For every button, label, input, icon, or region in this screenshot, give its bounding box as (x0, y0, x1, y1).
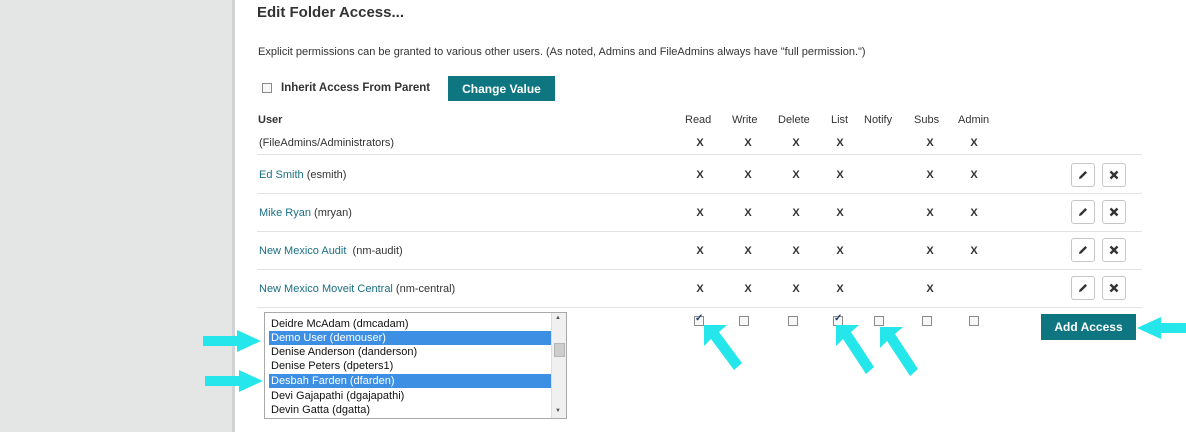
column-header-write: Write (732, 114, 758, 126)
perm-list: X (836, 283, 844, 295)
delete-button[interactable] (1102, 163, 1126, 187)
left-sidebar (0, 0, 232, 432)
annotation-arrow-icon (880, 327, 918, 376)
column-header-read: Read (685, 114, 712, 126)
close-icon (1109, 207, 1119, 217)
table-row: Ed Smith (esmith) X X X X X X (257, 155, 1142, 194)
perm-subs: X (926, 207, 934, 219)
annotation-arrow-icon (205, 370, 263, 392)
close-icon (1109, 245, 1119, 255)
user-option[interactable]: Denise Peters (dpeters1) (269, 359, 552, 373)
table-row: New Mexico Moveit Central (nm-central) X… (257, 270, 1142, 308)
perm-delete: X (792, 207, 800, 219)
perm-write: X (744, 169, 752, 181)
user-option[interactable]: Denise Anderson (danderson) (269, 345, 552, 359)
edit-button[interactable] (1071, 238, 1095, 262)
column-header-list: List (831, 114, 849, 126)
user-option[interactable]: Devi Gajapathi (dgajapathi) (269, 389, 552, 403)
user-name: Mike Ryan (mryan) (259, 207, 352, 219)
column-header-admin: Admin (958, 114, 990, 126)
column-header-delete: Delete (778, 114, 810, 126)
new-perm-admin-checkbox[interactable] (969, 316, 979, 326)
column-header-subs: Subs (914, 114, 940, 126)
perm-admin: X (970, 245, 978, 257)
column-header-user: User (258, 114, 283, 126)
perm-admin: X (970, 169, 978, 181)
pencil-icon (1079, 246, 1087, 254)
pencil-icon (1079, 208, 1087, 216)
user-name: Ed Smith (esmith) (259, 169, 347, 181)
user-option[interactable]: Deidre McAdam (dmcadam) (269, 317, 552, 331)
scrollbar-thumb[interactable] (554, 343, 565, 357)
perm-delete: X (792, 137, 800, 149)
scroll-up-icon[interactable]: ▲ (555, 315, 561, 321)
page-description: Explicit permissions can be granted to v… (258, 46, 866, 58)
delete-button[interactable] (1102, 238, 1126, 262)
annotation-arrow-icon (704, 325, 742, 370)
perm-subs: X (926, 137, 934, 149)
perm-read: X (696, 169, 704, 181)
page-title: Edit Folder Access... (257, 4, 404, 21)
annotation-arrow-icon (836, 325, 874, 374)
edit-button[interactable] (1071, 276, 1095, 300)
perm-delete: X (792, 283, 800, 295)
perm-admin: X (970, 207, 978, 219)
change-value-button[interactable]: Change Value (448, 76, 555, 101)
user-option[interactable]: Desbah Farden (dfarden) (269, 374, 552, 388)
user-link[interactable]: Ed Smith (259, 169, 304, 181)
perm-delete: X (792, 245, 800, 257)
perm-write: X (744, 137, 752, 149)
user-name: (FileAdmins/Administrators) (259, 137, 395, 149)
listbox-scrollbar[interactable]: ▲ ▼ (551, 313, 566, 418)
perm-write: X (744, 207, 752, 219)
sidebar-divider (232, 0, 235, 432)
new-perm-delete-checkbox[interactable] (788, 316, 798, 326)
pencil-icon (1079, 171, 1087, 179)
new-perm-notify-checkbox[interactable] (874, 316, 884, 326)
user-select-listbox[interactable]: Deidre McAdam (dmcadam) Demo User (demou… (264, 312, 567, 419)
column-header-notify: Notify (864, 114, 893, 126)
perm-list: X (836, 245, 844, 257)
user-name: New Mexico Moveit Central (nm-central) (259, 283, 456, 295)
inherit-access-label: Inherit Access From Parent (281, 82, 431, 94)
user-option[interactable]: Demo User (demouser) (269, 331, 552, 345)
perm-list: X (836, 137, 844, 149)
perm-read: X (696, 283, 704, 295)
perm-list: X (836, 169, 844, 181)
perm-subs: X (926, 245, 934, 257)
perm-write: X (744, 283, 752, 295)
perm-subs: X (926, 283, 934, 295)
perm-read: X (696, 207, 704, 219)
scroll-down-icon[interactable]: ▼ (555, 408, 561, 414)
user-option[interactable]: Devin Gatta (dgatta) (269, 403, 552, 417)
table-row: (FileAdmins/Administrators) X X X X X X (257, 131, 1142, 155)
delete-button[interactable] (1102, 276, 1126, 300)
inherit-access-checkbox[interactable] (262, 83, 272, 93)
close-icon (1109, 170, 1119, 180)
annotation-arrow-icon (203, 330, 261, 352)
add-access-button[interactable]: Add Access (1041, 314, 1136, 340)
perm-read: X (696, 137, 704, 149)
new-perm-subs-checkbox[interactable] (922, 316, 932, 326)
pencil-icon (1079, 284, 1087, 292)
close-icon (1109, 283, 1119, 293)
edit-button[interactable] (1071, 200, 1095, 224)
user-link[interactable]: Mike Ryan (259, 207, 311, 219)
table-row: New Mexico Audit (nm-audit) X X X X X X (257, 232, 1142, 270)
perm-write: X (744, 245, 752, 257)
edit-button[interactable] (1071, 163, 1095, 187)
perm-subs: X (926, 169, 934, 181)
perm-delete: X (792, 169, 800, 181)
perm-admin: X (970, 137, 978, 149)
user-name: New Mexico Audit (nm-audit) (259, 245, 403, 257)
annotation-arrow-icon (1137, 317, 1186, 339)
table-row: Mike Ryan (mryan) X X X X X X (257, 194, 1142, 232)
user-link[interactable]: New Mexico Moveit Central (259, 283, 393, 295)
user-link[interactable]: New Mexico Audit (259, 245, 346, 257)
perm-read: X (696, 245, 704, 257)
perm-list: X (836, 207, 844, 219)
inherit-access-option[interactable]: Inherit Access From Parent (262, 82, 430, 94)
delete-button[interactable] (1102, 200, 1126, 224)
